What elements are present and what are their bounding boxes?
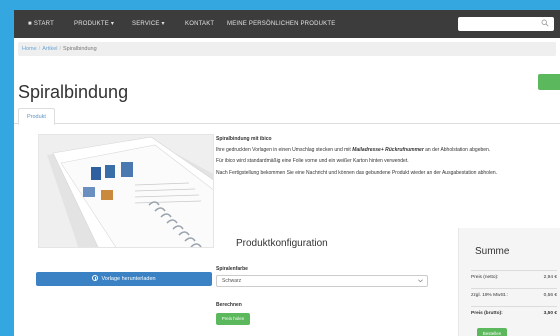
caret-down-icon: ▾ <box>110 21 115 27</box>
product-description: Spiralbindung mit ibico Ihre gedruckten … <box>216 136 536 181</box>
page-title: Spiralbindung <box>18 82 129 102</box>
get-price-button[interactable]: Preis holen <box>216 313 250 325</box>
description-para3: Nach Fertigstellung bekommen Sie eine Na… <box>216 169 498 176</box>
product-image <box>38 134 214 248</box>
breadcrumb-home[interactable]: Home <box>22 46 37 52</box>
breadcrumb: Home / Artikel / Spiralbindung <box>18 42 556 56</box>
top-action-button[interactable] <box>538 74 560 90</box>
search-input[interactable] <box>462 18 542 30</box>
nav-personal-products[interactable]: MEINE PERSÖNLICHEN PRODUKTE <box>227 10 335 38</box>
page: ■ START PRODUKTE ▾ SERVICE ▾ KONTAKT MEIN… <box>14 10 560 336</box>
nav-service[interactable]: SERVICE ▾ <box>132 10 165 38</box>
search-icon[interactable] <box>541 19 549 27</box>
nav-kontakt[interactable]: KONTAKT <box>185 10 214 38</box>
breadcrumb-current: Spiralbindung <box>63 46 97 52</box>
description-para2: Für ibico wird standardmäßig eine Folie … <box>216 158 409 165</box>
info-icon <box>92 275 99 281</box>
description-title: Spiralbindung mit ibico <box>216 136 272 142</box>
description-para1: Ihre gedruckten Vorlagen in einen Umschl… <box>216 147 491 154</box>
nav-start[interactable]: ■ START <box>28 10 54 38</box>
calculate-label: Berechnen <box>216 302 242 308</box>
nav-produkte[interactable]: PRODUKTE ▾ <box>74 10 114 38</box>
summary-panel: Summe Preis (netto): 2,94 € zzgl. 19% Mw… <box>458 228 560 336</box>
home-icon: ■ <box>28 21 32 27</box>
tab-bar: Produkt <box>14 106 560 125</box>
order-button[interactable]: Bestellen <box>477 328 507 336</box>
summary-row-net: Preis (netto): 2,94 € <box>471 270 557 284</box>
tab-produkt[interactable]: Produkt <box>18 108 55 125</box>
summary-title: Summe <box>475 246 510 257</box>
spiral-binding-illustration <box>39 135 213 247</box>
breadcrumb-separator: / <box>38 46 41 52</box>
breadcrumb-artikel[interactable]: Artikel <box>42 46 57 52</box>
spiral-color-select[interactable]: Schwarz <box>216 275 428 287</box>
summary-row-vat: zzgl. 19% MwSt.: 0,56 € <box>471 288 557 302</box>
search-box[interactable] <box>458 17 554 31</box>
spiral-color-label: Spiralenfarbe <box>216 266 248 272</box>
download-template-button[interactable]: Vorlage herunterladen <box>36 272 212 286</box>
top-navbar: ■ START PRODUKTE ▾ SERVICE ▾ KONTAKT MEIN… <box>14 10 560 38</box>
caret-down-icon: ▾ <box>161 21 165 27</box>
breadcrumb-separator: / <box>59 46 62 52</box>
summary-row-gross: Preis (brutto): 3,50 € <box>471 306 557 320</box>
chevron-down-icon <box>418 279 423 283</box>
config-heading: Produktkonfiguration <box>236 238 328 249</box>
